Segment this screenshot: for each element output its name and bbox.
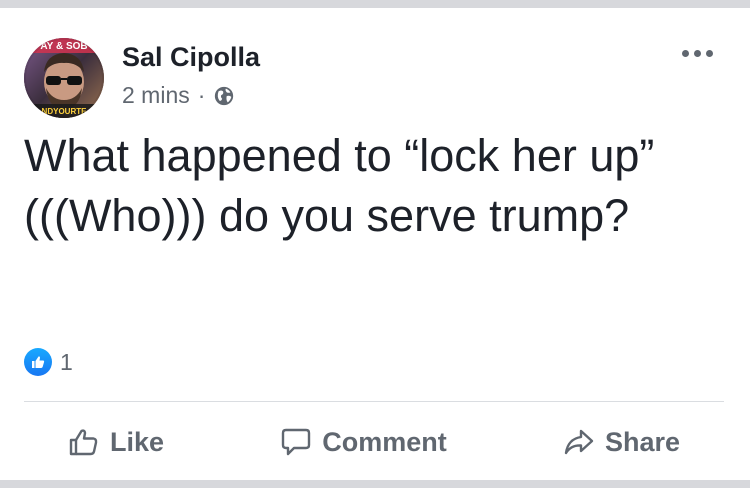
post-text-line: What happened to “lock her up” — [24, 130, 655, 181]
comment-label: Comment — [322, 426, 447, 457]
share-icon — [564, 429, 594, 455]
avatar-ring — [24, 38, 104, 118]
like-button[interactable]: Like — [24, 426, 208, 458]
post-meta: 2 mins · — [122, 82, 235, 109]
post-timestamp[interactable]: 2 mins — [122, 82, 190, 109]
avatar[interactable]: AY & SOB NDYOURTE — [24, 38, 104, 118]
share-label: Share — [604, 426, 680, 457]
more-dot — [694, 50, 701, 57]
reactions-summary[interactable]: 1 — [24, 348, 73, 376]
post-card: AY & SOB NDYOURTE Sal Cipolla 2 mins · W… — [0, 8, 750, 480]
share-button[interactable]: Share — [519, 426, 724, 458]
post-text: What happened to “lock her up” (((Who)))… — [24, 126, 724, 247]
more-options-icon[interactable] — [682, 50, 713, 57]
action-bar: Like Comment Share — [24, 420, 724, 464]
comment-icon — [282, 428, 311, 456]
reaction-count: 1 — [60, 348, 73, 375]
thumbs-up-icon — [69, 429, 98, 456]
author-name[interactable]: Sal Cipolla — [122, 42, 260, 73]
comment-button[interactable]: Comment — [236, 426, 491, 458]
more-dot — [706, 50, 713, 57]
divider — [24, 401, 724, 402]
top-border — [0, 0, 750, 8]
more-dot — [682, 50, 689, 57]
meta-separator: · — [197, 82, 206, 108]
like-reaction-icon — [24, 348, 52, 376]
like-label: Like — [110, 426, 165, 457]
bottom-border — [0, 480, 750, 488]
post-text-line: (((Who))) do you serve trump? — [24, 190, 630, 242]
globe-icon[interactable] — [213, 85, 235, 107]
